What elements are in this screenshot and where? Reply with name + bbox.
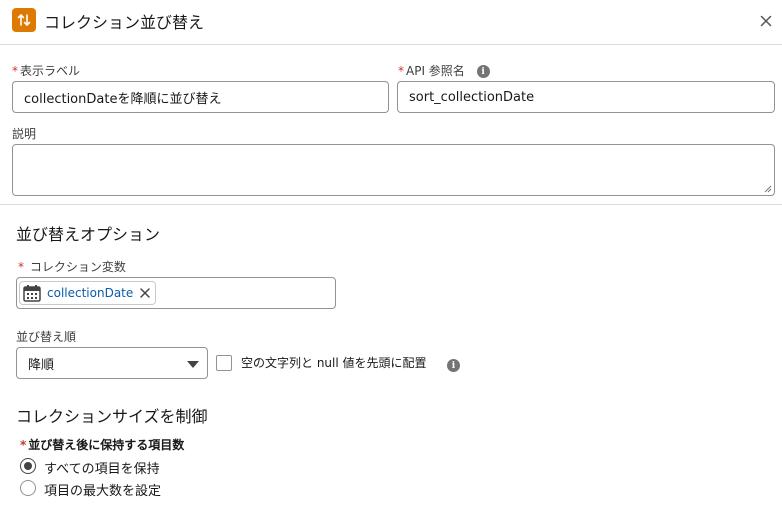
close-icon[interactable] [757,12,775,30]
info-icon[interactable]: i [447,359,460,372]
section-divider [0,204,782,205]
description-textarea[interactable] [12,144,775,196]
sort-arrows-icon [12,8,36,32]
collection-variable-pill[interactable]: collectionDate [19,281,157,305]
keep-all-label: すべての項目を保持 [44,462,160,477]
collection-variable-text: コレクション変数 [29,260,126,274]
description-label: 説明 [12,127,37,141]
required-marker: * [12,64,18,78]
resize-handle-icon[interactable] [764,185,772,193]
api-name-text: API 参照名 [406,64,465,78]
set-max-radio[interactable] [20,480,36,496]
set-max-label: 項目の最大数を設定 [44,484,162,499]
pill-label: collectionDate [47,286,134,300]
display-label-text: 表示ラベル [20,64,81,78]
modal-title: コレクション並び替え [44,13,205,32]
api-name-label: * API 参照名 i [398,62,490,79]
nulls-first-checkbox[interactable] [216,355,232,371]
nulls-first-label: 空の文字列と null 値を先頭に配置 [241,356,427,370]
required-marker: * [18,260,24,274]
sort-order-select[interactable]: 降順 [16,347,208,379]
sort-order-value: 降順 [28,357,55,373]
collection-variable-label: * コレクション変数 [18,258,126,275]
remove-pill-icon[interactable] [139,287,151,299]
required-marker: * [20,438,27,452]
required-marker: * [398,64,404,78]
collection-size-title: コレクションサイズを制御 [16,407,208,426]
sort-order-label: 並び替え順 [16,330,77,344]
items-to-keep-label: * 並び替え後に保持する項目数 [20,436,184,453]
api-name-input[interactable]: sort_collectionDate [397,81,775,113]
info-icon[interactable]: i [476,65,490,78]
calendar-icon [23,285,41,302]
modal-header: コレクション並び替え [0,0,782,45]
items-to-keep-text: 並び替え後に保持する項目数 [28,438,185,452]
sort-options-title: 並び替えオプション [16,225,161,244]
keep-all-radio[interactable] [20,458,36,474]
display-label-label: * 表示ラベル [12,62,80,79]
chevron-down-icon [187,361,199,368]
display-label-input[interactable]: collectionDateを降順に並び替え [12,81,389,113]
